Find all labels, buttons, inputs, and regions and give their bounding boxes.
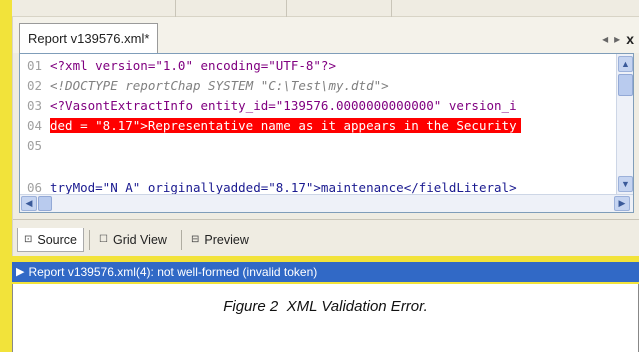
- source-view-icon: ⊡: [24, 233, 33, 245]
- grid-view-icon: ☐: [99, 234, 108, 245]
- tab-controls: ◂ ▸ x: [602, 31, 634, 47]
- document-tab-label: Report v139576.xml*: [28, 31, 150, 46]
- line-number: 04: [26, 118, 42, 133]
- expand-arrow-icon: ▶: [16, 266, 25, 278]
- error-highlighted-line: 04 ded = "8.17">Representative name as it…: [20, 116, 612, 136]
- vertical-scroll-thumb[interactable]: [618, 74, 633, 96]
- horizontal-scrollbar[interactable]: ◀ ▶: [20, 194, 633, 212]
- status-message: Report v139576.xml(4): not well-formed (…: [28, 265, 318, 279]
- document-tab-bar: Report v139576.xml* ◂ ▸ x: [13, 17, 639, 53]
- code-lines: 01 <?xml version="1.0" encoding="UTF-8"?>…: [20, 56, 612, 194]
- line-number: 05: [26, 138, 42, 153]
- code-line: 03 <?VasontExtractInfo entity_id="139576.…: [20, 96, 612, 116]
- figure-caption-box: Figure 2 XML Validation Error.: [12, 284, 639, 352]
- horizontal-scroll-thumb[interactable]: [38, 196, 52, 211]
- preview-icon: ⊟: [191, 234, 200, 245]
- tab-divider: [89, 230, 90, 250]
- view-tab-bar: ⊡ Source ☐ Grid View ⊟ Preview: [13, 219, 639, 256]
- tab-label: Source: [37, 232, 77, 247]
- code-line: 06 tryMod="N A" originallyadded="8.17">ma…: [20, 178, 612, 194]
- validation-status-bar[interactable]: ▶ Report v139576.xml(4): not well-formed…: [12, 262, 639, 282]
- scroll-right-icon[interactable]: ▶: [614, 196, 630, 211]
- line-number: 06: [26, 180, 42, 194]
- scroll-down-icon[interactable]: ▼: [618, 176, 633, 192]
- tab-grid-view[interactable]: ☐ Grid View: [93, 228, 173, 252]
- line-number: 03: [26, 98, 42, 113]
- tab-source[interactable]: ⊡ Source: [17, 228, 84, 252]
- tab-label: Grid View: [112, 233, 167, 247]
- close-tab-icon[interactable]: x: [626, 31, 634, 47]
- code-line: 01 <?xml version="1.0" encoding="UTF-8"?>: [20, 56, 612, 76]
- document-tab[interactable]: Report v139576.xml*: [19, 23, 159, 53]
- line-text: tryMod="N A" originallyadded="8.17">main…: [50, 180, 517, 194]
- xml-editor-window: Report v139576.xml* ◂ ▸ x 01 <?xml versio…: [12, 17, 639, 256]
- top-toolbar-strip: [12, 0, 639, 17]
- line-text: <?VasontExtractInfo entity_id="139576.00…: [50, 98, 517, 113]
- line-text: <!DOCTYPE reportChap SYSTEM "C:\Test\my.…: [50, 78, 389, 93]
- tab-divider: [181, 230, 182, 250]
- scroll-left-icon[interactable]: ◀: [21, 196, 37, 211]
- previous-tab-icon[interactable]: ◂: [602, 32, 608, 46]
- figure-caption: Figure 2 XML Validation Error.: [223, 298, 428, 315]
- line-number: 02: [26, 78, 42, 93]
- next-tab-icon[interactable]: ▸: [614, 32, 620, 46]
- tab-preview[interactable]: ⊟ Preview: [185, 228, 255, 252]
- line-text: ded = "8.17">Representative name as it a…: [50, 118, 521, 133]
- source-editor[interactable]: 01 <?xml version="1.0" encoding="UTF-8"?>…: [19, 53, 634, 213]
- vertical-scrollbar[interactable]: ▲ ▼: [616, 54, 633, 194]
- line-number: 01: [26, 58, 42, 73]
- line-text: <?xml version="1.0" encoding="UTF-8"?>: [50, 58, 336, 73]
- code-line: 02 <!DOCTYPE reportChap SYSTEM "C:\Test\m…: [20, 76, 612, 96]
- scroll-up-icon[interactable]: ▲: [618, 56, 633, 72]
- tab-label: Preview: [204, 233, 249, 247]
- code-line: 05: [20, 136, 612, 156]
